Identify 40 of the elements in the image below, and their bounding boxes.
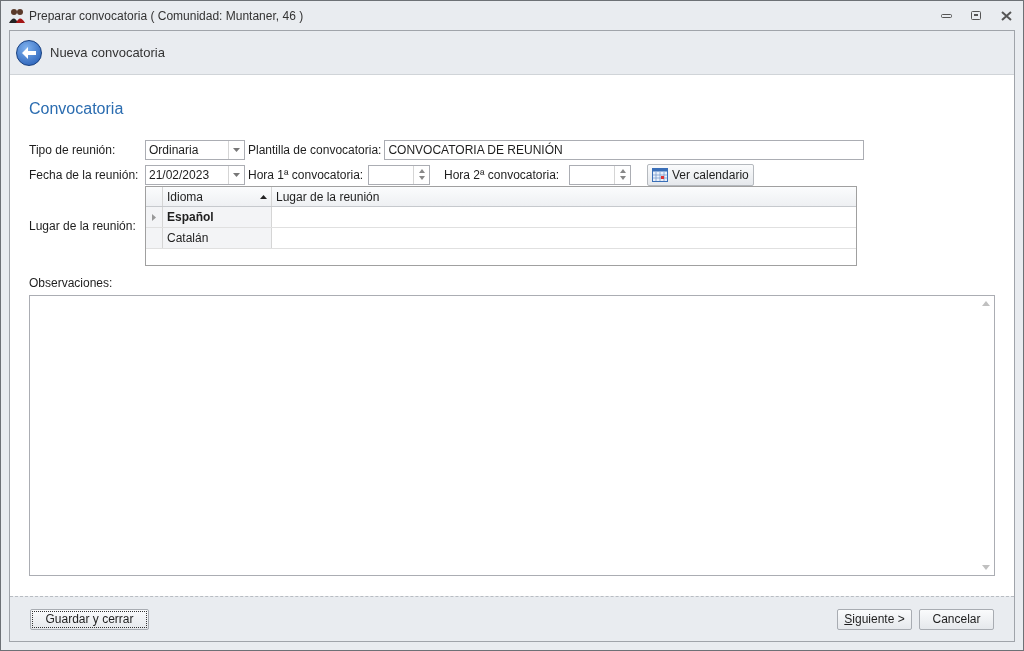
row-header[interactable] — [146, 207, 163, 227]
column-header[interactable]: Idioma — [163, 187, 272, 206]
type-combo[interactable]: Ordinaria — [145, 139, 245, 160]
section-title: Convocatoria — [29, 99, 125, 119]
calendar-icon — [652, 167, 668, 182]
dropdown-arrow-icon — [233, 172, 240, 177]
cancel-button[interactable]: Cancelar — [919, 608, 994, 630]
time-spinner[interactable] — [368, 164, 430, 185]
calendar-button[interactable]: Ver calendario — [647, 163, 754, 186]
table-cell[interactable]: Catalán — [163, 228, 272, 248]
field-label: Lugar de la reunión: — [29, 218, 137, 235]
field-label: Hora 1ª convocatoria: — [248, 166, 365, 184]
scroll-down-icon[interactable] — [981, 565, 990, 570]
window-title: Preparar convocatoria ( Comunidad: Muntaner, 46 ) — [29, 7, 304, 25]
field-label: Plantilla de convocatoria: — [248, 141, 382, 159]
date-combo[interactable]: 21/02/2023 — [145, 164, 245, 185]
people-icon — [9, 7, 25, 24]
up-arrow-icon — [619, 169, 626, 173]
time-spinner[interactable] — [569, 164, 631, 185]
field-label: Observaciones: — [29, 275, 114, 292]
field-label: Tipo de reunión: — [29, 141, 117, 159]
table-cell[interactable]: Español — [163, 207, 272, 227]
column-header[interactable]: Lugar de la reunión — [272, 187, 856, 206]
dropdown-arrow-icon — [233, 147, 240, 152]
field-label: Fecha de la reunión: — [29, 166, 140, 184]
up-arrow-icon — [418, 169, 425, 173]
maximize-icon — [971, 11, 981, 20]
down-arrow-icon — [619, 176, 626, 180]
template-field[interactable]: CONVOCATORIA DE REUNIÓN — [384, 139, 865, 160]
minimize-icon — [940, 13, 952, 18]
next-button[interactable]: Siguiente > — [837, 608, 912, 630]
row-header[interactable] — [146, 228, 163, 248]
back-button[interactable] — [16, 39, 42, 66]
scroll-up-icon[interactable] — [981, 301, 990, 306]
back-arrow-icon — [22, 46, 36, 59]
down-arrow-icon — [418, 176, 425, 180]
close-icon — [1000, 10, 1012, 21]
page-title: Nueva convocatoria — [50, 43, 165, 62]
save-close-button[interactable]: Guardar y cerrar — [30, 608, 149, 630]
field-label: Hora 2ª convocatoria: — [444, 166, 561, 184]
